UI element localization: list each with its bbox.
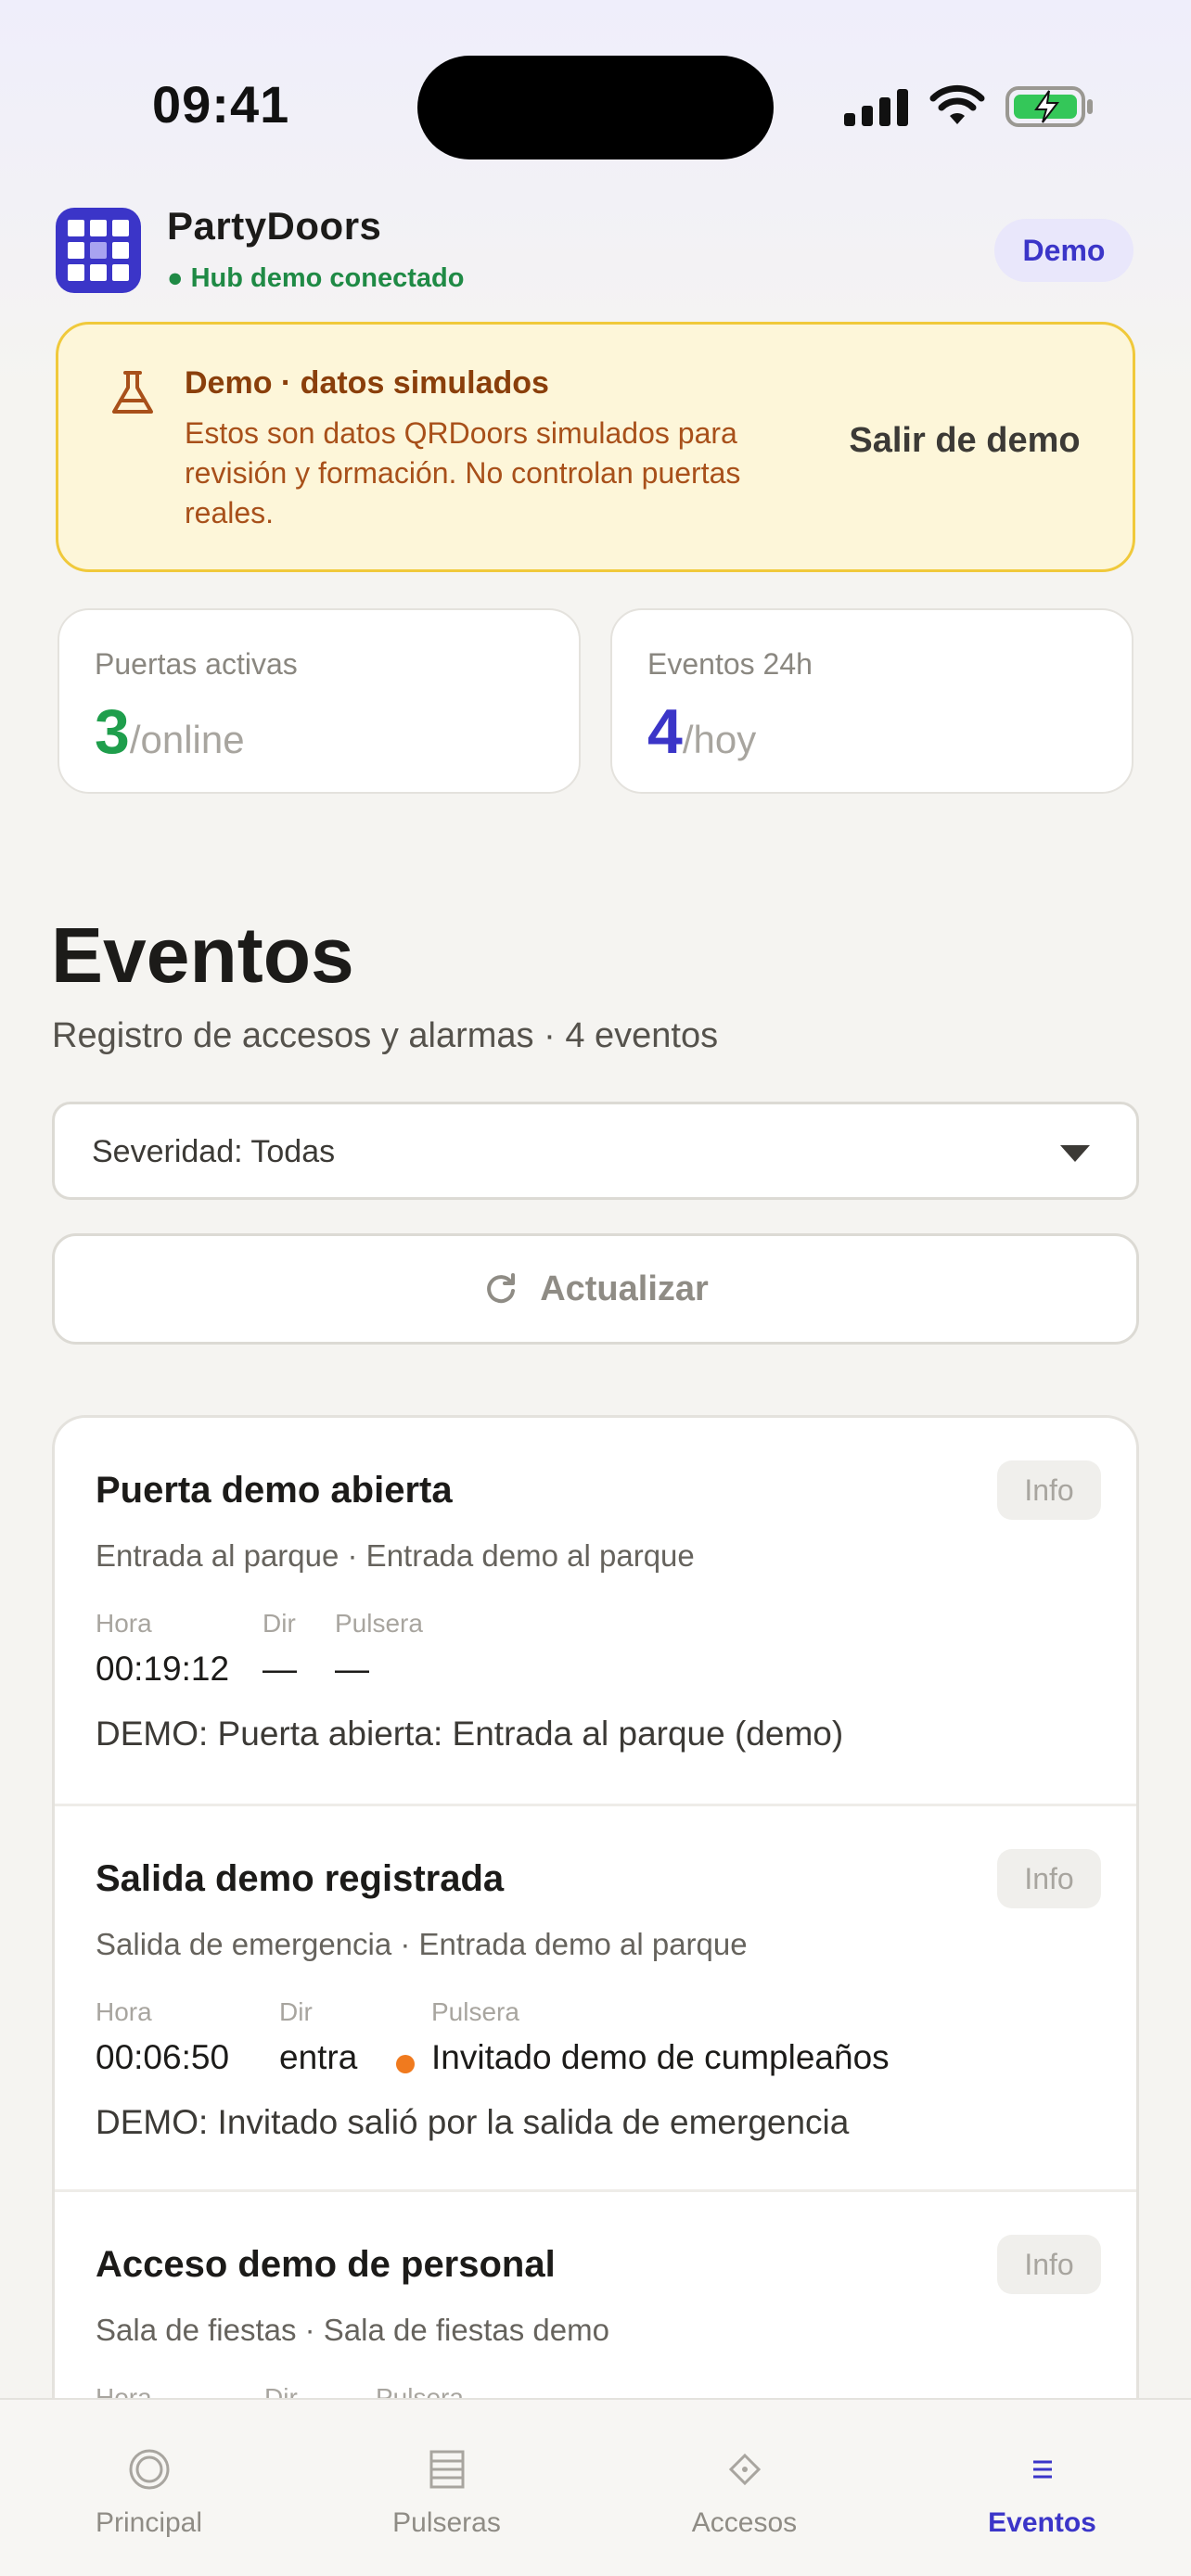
event-card[interactable]: Puerta demo abierta Info Entrada al parq… <box>55 1418 1136 1804</box>
severity-badge: Info <box>997 2235 1101 2294</box>
refresh-button[interactable]: Actualizar <box>52 1233 1139 1345</box>
exit-demo-button[interactable]: Salir de demo <box>830 389 1099 491</box>
demo-banner-text: Estos son datos QRDoors simulados para r… <box>185 416 741 529</box>
page-subtitle: Registro de accesos y alarmas · 4 evento… <box>52 1016 719 1055</box>
event-time: Hora 00:19:12 <box>96 1609 230 1688</box>
stat-card-active-doors: Puertas activas 3/online <box>58 608 581 794</box>
app-logo <box>56 208 141 293</box>
stat-value: 4/hoy <box>647 696 757 767</box>
page-title: Eventos <box>51 912 354 999</box>
signal-icon <box>844 89 908 126</box>
demo-mode-chip[interactable]: Demo <box>994 219 1133 282</box>
events-list: Puerta demo abierta Info Entrada al parq… <box>52 1415 1139 2398</box>
stat-label: Eventos 24h <box>647 647 813 681</box>
hub-status: ● Hub demo conectado <box>167 263 465 293</box>
event-time: Hora 00:06:50 <box>96 1997 230 2076</box>
diamond-icon <box>728 2453 761 2486</box>
menu-lines-icon <box>1032 2460 1052 2479</box>
event-time: Hora <box>96 2383 152 2398</box>
event-card[interactable]: Acceso demo de personal Info Sala de fie… <box>55 2189 1136 2398</box>
stat-card-events-24h: Eventos 24h 4/hoy <box>610 608 1133 794</box>
status-time: 09:41 <box>152 75 290 134</box>
stat-label: Puertas activas <box>95 647 298 681</box>
flask-icon <box>112 371 153 414</box>
stat-value: 3/online <box>95 696 245 767</box>
wristband-dot-icon <box>396 2055 415 2073</box>
severity-filter-value: Severidad: Todas <box>92 1134 336 1169</box>
battery-charging-icon <box>1005 86 1093 127</box>
tab-pulseras[interactable]: Pulseras <box>298 2400 596 2539</box>
wifi-icon <box>929 84 985 124</box>
tab-accesos[interactable]: Accesos <box>596 2400 893 2539</box>
event-wristband: Pulsera — <box>335 1609 423 1688</box>
refresh-icon <box>487 1273 516 1304</box>
event-message: DEMO: Invitado salió por la salida de em… <box>96 2103 850 2141</box>
tab-principal[interactable]: Principal <box>0 2400 298 2539</box>
demo-banner-title: Demo · datos simulados <box>185 365 549 401</box>
dynamic-island <box>417 56 774 159</box>
tab-bar: Principal Pulseras Accesos Eventos <box>0 2398 1191 2576</box>
event-direction: Dir — <box>263 1609 297 1688</box>
event-wristband: Pulsera Invitado demo de cumpleaños <box>431 1997 890 2076</box>
home-circle-icon <box>129 2449 169 2490</box>
event-location: Entrada al parque · Entrada demo al parq… <box>96 1538 695 1573</box>
event-card[interactable]: Salida demo registrada Info Salida de em… <box>55 1804 1136 2189</box>
event-title: Acceso demo de personal <box>96 2244 556 2285</box>
refresh-label: Actualizar <box>540 1269 709 1308</box>
chevron-down-icon <box>1060 1145 1090 1162</box>
event-direction: Dir <box>264 2383 298 2398</box>
event-direction: Dir entra <box>279 1997 358 2076</box>
event-title: Salida demo registrada <box>96 1858 505 1899</box>
event-message: DEMO: Puerta abierta: Entrada al parque … <box>96 1715 844 1753</box>
event-location: Sala de fiestas · Sala de fiestas demo <box>96 2313 609 2347</box>
event-location: Salida de emergencia · Entrada demo al p… <box>96 1927 748 1961</box>
demo-banner: Demo · datos simulados Estos son datos Q… <box>56 322 1135 572</box>
list-icon <box>429 2450 464 2489</box>
severity-filter-select[interactable]: Severidad: Todas <box>52 1102 1139 1200</box>
tab-eventos[interactable]: Eventos <box>893 2400 1191 2539</box>
severity-badge: Info <box>997 1849 1101 1908</box>
event-wristband: Pulsera <box>376 2383 464 2398</box>
app-name: PartyDoors <box>167 204 382 248</box>
event-title: Puerta demo abierta <box>96 1470 453 1511</box>
severity-badge: Info <box>997 1460 1101 1520</box>
